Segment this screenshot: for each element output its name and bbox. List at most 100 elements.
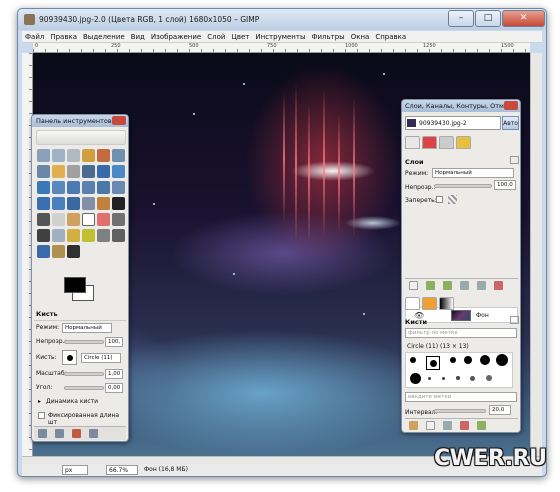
delete-options-icon[interactable] bbox=[72, 429, 81, 438]
lock-pixels-checkbox[interactable] bbox=[436, 196, 443, 203]
airbrush-icon[interactable] bbox=[112, 213, 125, 226]
save-options-icon[interactable] bbox=[38, 429, 47, 438]
dock-close-button[interactable] bbox=[504, 101, 518, 110]
flip-icon[interactable] bbox=[37, 197, 50, 210]
dodge-burn-icon[interactable] bbox=[37, 245, 50, 258]
tab-patterns-icon[interactable] bbox=[422, 297, 437, 310]
menu-filters[interactable]: Фильтры bbox=[308, 31, 347, 43]
blur-icon[interactable] bbox=[97, 229, 110, 242]
tab-gradients-icon[interactable] bbox=[439, 297, 454, 310]
anchor-layer-icon[interactable] bbox=[477, 281, 486, 290]
close-button[interactable]: ✕ bbox=[502, 10, 545, 27]
foreground-color[interactable] bbox=[64, 277, 86, 293]
minimize-button[interactable]: – bbox=[448, 10, 474, 27]
delete-layer-icon[interactable] bbox=[494, 281, 503, 290]
image-select[interactable]: 90939430.jpg-2 bbox=[405, 116, 501, 130]
brush-item-icon[interactable] bbox=[496, 354, 508, 366]
maximize-button[interactable]: □ bbox=[475, 10, 501, 27]
brush-item-icon[interactable] bbox=[410, 373, 421, 384]
brushes-menu-icon[interactable] bbox=[510, 316, 519, 324]
menu-select[interactable]: Выделение bbox=[80, 31, 128, 43]
delete-brush-icon[interactable] bbox=[460, 421, 469, 430]
layer-opacity-slider[interactable] bbox=[434, 184, 492, 188]
free-select-icon[interactable] bbox=[67, 149, 80, 162]
clone-icon[interactable] bbox=[52, 229, 65, 242]
duplicate-brush-icon[interactable] bbox=[443, 421, 452, 430]
restore-options-icon[interactable] bbox=[55, 429, 64, 438]
dynamics-row[interactable]: ▸ Динамика кисти bbox=[34, 395, 126, 409]
tab-brushes-icon[interactable] bbox=[405, 297, 420, 310]
interval-value[interactable]: 20,0 bbox=[489, 405, 511, 415]
move-icon[interactable] bbox=[112, 165, 125, 178]
raise-layer-icon[interactable] bbox=[426, 281, 435, 290]
brush-filter-input[interactable]: фильтр по метке bbox=[405, 328, 517, 338]
vertical-scrollbar[interactable] bbox=[530, 53, 542, 456]
scale-value[interactable]: 1,00 bbox=[105, 369, 123, 379]
perspective-icon[interactable] bbox=[112, 181, 125, 194]
interval-slider[interactable] bbox=[434, 409, 486, 413]
ink-icon[interactable] bbox=[37, 229, 50, 242]
angle-slider[interactable] bbox=[64, 386, 104, 390]
layers-menu-icon[interactable] bbox=[510, 156, 519, 164]
menu-help[interactable]: Справка bbox=[372, 31, 409, 43]
paintbrush-icon[interactable] bbox=[67, 213, 80, 226]
fuzzy-select-icon[interactable] bbox=[82, 149, 95, 162]
foreground-select-icon[interactable] bbox=[37, 165, 50, 178]
zoom-icon[interactable] bbox=[82, 165, 95, 178]
mode-select[interactable]: Нормальный bbox=[62, 323, 112, 333]
brush-item-icon[interactable] bbox=[464, 356, 472, 364]
text-tool-icon[interactable] bbox=[112, 197, 125, 210]
tab-layers-icon[interactable] bbox=[405, 136, 420, 149]
smudge-icon[interactable] bbox=[112, 229, 125, 242]
menu-file[interactable]: Файл bbox=[22, 31, 47, 43]
scissors-icon[interactable] bbox=[112, 149, 125, 162]
color-select-icon[interactable] bbox=[97, 149, 110, 162]
brush-preview[interactable] bbox=[62, 350, 77, 365]
brush-item-icon[interactable] bbox=[410, 357, 416, 363]
layer-opacity-value[interactable]: 100,0 bbox=[494, 180, 516, 190]
rotate-icon[interactable] bbox=[67, 181, 80, 194]
shear-icon[interactable] bbox=[97, 181, 110, 194]
paths-icon[interactable] bbox=[52, 165, 65, 178]
brush-item-icon[interactable] bbox=[480, 355, 490, 365]
scale-slider[interactable] bbox=[64, 372, 104, 376]
brush-item-icon[interactable] bbox=[442, 377, 445, 380]
scale-icon[interactable] bbox=[82, 181, 95, 194]
tab-paths-icon[interactable] bbox=[439, 136, 454, 149]
auto-button[interactable]: Авто bbox=[502, 116, 519, 130]
edit-brush-icon[interactable] bbox=[409, 421, 418, 430]
tab-undo-icon[interactable] bbox=[456, 136, 471, 149]
lock-alpha-icon[interactable] bbox=[448, 195, 457, 204]
pencil-icon[interactable] bbox=[37, 213, 50, 226]
menu-color[interactable]: Цвет bbox=[228, 31, 252, 43]
refresh-brushes-icon[interactable] bbox=[477, 421, 486, 430]
blend-icon[interactable] bbox=[97, 197, 110, 210]
tab-channels-icon[interactable] bbox=[422, 136, 437, 149]
ellipse-select-icon[interactable] bbox=[52, 149, 65, 162]
toolbox-close-button[interactable] bbox=[112, 116, 126, 125]
menu-windows[interactable]: Окна bbox=[348, 31, 373, 43]
lower-layer-icon[interactable] bbox=[443, 281, 452, 290]
brush-item-icon[interactable] bbox=[456, 376, 460, 380]
menu-image[interactable]: Изображение bbox=[148, 31, 204, 43]
angle-value[interactable]: 0,00 bbox=[105, 383, 123, 393]
perspective-clone-icon[interactable] bbox=[82, 229, 95, 242]
menu-view[interactable]: Вид bbox=[128, 31, 148, 43]
burn-icon[interactable] bbox=[67, 245, 80, 258]
brush-item-icon[interactable] bbox=[470, 376, 475, 381]
brush-item-icon[interactable] bbox=[450, 357, 456, 363]
text-icon[interactable] bbox=[67, 197, 80, 210]
fixed-length-checkbox[interactable] bbox=[38, 412, 45, 419]
dodge-icon[interactable] bbox=[52, 245, 65, 258]
brush-selected-icon[interactable] bbox=[426, 356, 440, 370]
brush-tag-input[interactable]: введите метки bbox=[405, 392, 517, 402]
bucket-fill-icon[interactable] bbox=[82, 197, 95, 210]
reset-options-icon[interactable] bbox=[89, 429, 98, 438]
zoom-select[interactable]: 66.7% bbox=[106, 465, 138, 475]
opacity-value[interactable]: 100, bbox=[105, 337, 123, 347]
new-layer-icon[interactable] bbox=[409, 281, 418, 290]
heal-icon[interactable] bbox=[67, 229, 80, 242]
crop-icon[interactable] bbox=[52, 181, 65, 194]
menu-tools[interactable]: Инструменты bbox=[252, 31, 308, 43]
brush-grid[interactable] bbox=[405, 352, 513, 388]
